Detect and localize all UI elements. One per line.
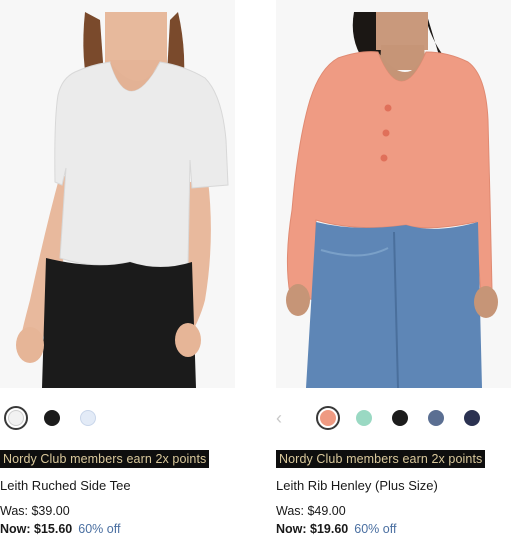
product-card: ‹ Nordy Club members earn 2x points Leit… <box>276 0 511 547</box>
was-price: Was: $39.00 <box>0 504 70 518</box>
chevron-left-icon[interactable]: ‹ <box>276 409 288 427</box>
swatch-black[interactable] <box>388 406 412 430</box>
product-grid: Nordy Club members earn 2x points Leith … <box>0 0 511 547</box>
product-name-link[interactable]: Leith Rib Henley (Plus Size) <box>276 477 438 495</box>
swatch-dot <box>44 410 60 426</box>
color-swatches: ‹ <box>276 403 511 433</box>
swatch-slate-blue[interactable] <box>424 406 448 430</box>
swatch-dot <box>80 410 96 426</box>
swatch-mint[interactable] <box>352 406 376 430</box>
product-photo-illustration <box>0 0 235 388</box>
swatch-dot <box>356 410 372 426</box>
now-price-row: Now: $19.60 60% off <box>276 521 396 537</box>
was-price: Was: $49.00 <box>276 504 346 518</box>
product-photo-illustration <box>276 0 511 388</box>
swatch-dot <box>464 410 480 426</box>
product-image[interactable] <box>0 0 235 388</box>
swatch-navy[interactable] <box>460 406 484 430</box>
now-price: Now: $19.60 <box>276 522 349 536</box>
discount-label: 60% off <box>354 522 397 536</box>
nordy-club-badge: Nordy Club members earn 2x points <box>276 450 486 468</box>
swatch-white[interactable] <box>4 406 28 430</box>
swatch-dot <box>8 410 24 426</box>
swatch-light-blue[interactable] <box>76 406 100 430</box>
swatch-black[interactable] <box>40 406 64 430</box>
product-name-link[interactable]: Leith Ruched Side Tee <box>0 477 131 495</box>
product-image[interactable] <box>276 0 511 388</box>
swatch-coral[interactable] <box>316 406 340 430</box>
product-card: Nordy Club members earn 2x points Leith … <box>0 0 235 547</box>
color-swatches <box>0 403 235 433</box>
swatch-dot <box>320 410 336 426</box>
now-price: Now: $15.60 <box>0 522 73 536</box>
discount-label: 60% off <box>78 522 121 536</box>
swatch-dot <box>428 410 444 426</box>
swatch-dot <box>392 410 408 426</box>
nordy-club-badge: Nordy Club members earn 2x points <box>0 450 210 468</box>
now-price-row: Now: $15.60 60% off <box>0 521 120 537</box>
